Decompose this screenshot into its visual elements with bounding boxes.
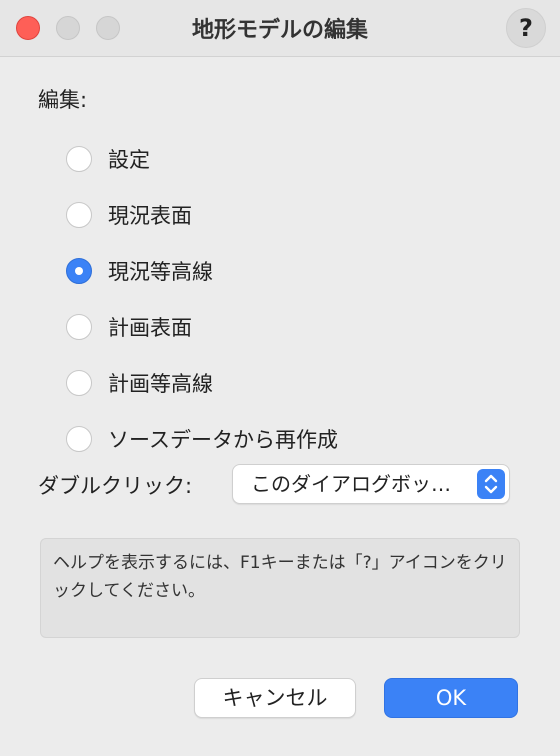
- radio-button[interactable]: [66, 202, 92, 228]
- edit-section-label: 編集:: [38, 88, 88, 112]
- radio-button-selected[interactable]: [66, 258, 92, 284]
- help-text: ヘルプを表示するには、F1キーまたは「?」アイコンをクリックしてください。: [53, 553, 507, 601]
- stepper-chevrons-icon[interactable]: [477, 469, 505, 499]
- help-text-box: ヘルプを表示するには、F1キーまたは「?」アイコンをクリックしてください。: [40, 538, 520, 638]
- radio-button[interactable]: [66, 146, 92, 172]
- radio-label: 計画表面: [108, 316, 192, 340]
- cancel-button[interactable]: キャンセル: [194, 678, 356, 718]
- double-click-label: ダブルクリック:: [38, 474, 193, 498]
- radio-button[interactable]: [66, 370, 92, 396]
- ok-button[interactable]: OK: [384, 678, 518, 718]
- select-value: このダイアログボッ…: [251, 472, 451, 496]
- dialog-window: 地形モデルの編集 ? 編集: 設定 現況表面 現況等高線 計画表面 計画等高線 …: [0, 0, 560, 756]
- radio-button[interactable]: [66, 426, 92, 452]
- radio-label: 現況表面: [108, 204, 192, 228]
- radio-label: 設定: [108, 148, 150, 172]
- title-bar: 地形モデルの編集 ?: [0, 0, 560, 57]
- radio-label: 現況等高線: [108, 260, 213, 284]
- radio-button[interactable]: [66, 314, 92, 340]
- help-icon[interactable]: ?: [506, 8, 546, 48]
- window-title: 地形モデルの編集: [191, 18, 368, 43]
- radio-label: ソースデータから再作成: [108, 428, 338, 452]
- double-click-select[interactable]: このダイアログボッ…: [232, 464, 510, 504]
- radio-label: 計画等高線: [108, 372, 213, 396]
